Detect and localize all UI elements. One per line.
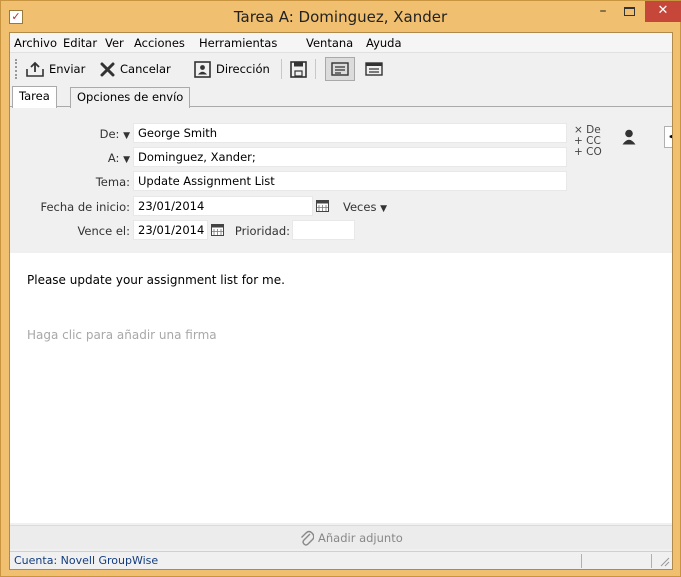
status-separator	[581, 554, 582, 568]
start-date-label: Fecha de inicio:	[40, 200, 130, 214]
due-calendar-button[interactable]	[211, 224, 224, 239]
chevron-down-icon: ▼	[123, 131, 130, 141]
start-date-field[interactable]: 23/01/2014	[133, 196, 313, 216]
window-content: Archivo Editar Ver Acciones Herramientas…	[9, 32, 673, 570]
to-field[interactable]: Dominguez, Xander;	[133, 147, 567, 167]
tab-opciones-envio[interactable]: Opciones de envío	[70, 87, 191, 108]
start-date-value: 23/01/2014	[138, 199, 205, 213]
menu-ayuda[interactable]: Ayuda	[366, 36, 402, 50]
address-button[interactable]: Dirección	[194, 58, 270, 80]
address-label: Dirección	[216, 62, 270, 76]
menu-acciones[interactable]: Acciones	[134, 36, 185, 50]
collapse-panel-button[interactable]: <	[664, 126, 672, 148]
menu-bar: Archivo Editar Ver Acciones Herramientas…	[10, 33, 672, 53]
maximize-icon	[624, 7, 635, 16]
attachment-bar: Añadir adjunto	[10, 525, 672, 549]
chevron-left-icon: <	[668, 129, 672, 145]
calendar-icon	[316, 200, 329, 212]
resize-grip-icon[interactable]	[660, 557, 670, 567]
cancel-label: Cancelar	[120, 62, 171, 76]
tab-tarea[interactable]: Tarea	[12, 86, 57, 108]
to-label-button[interactable]: A: ▼	[30, 151, 130, 165]
add-attachment-button[interactable]: Añadir adjunto	[300, 530, 403, 546]
send-button[interactable]: Enviar	[26, 58, 85, 80]
subject-field[interactable]: Update Assignment List	[133, 171, 567, 191]
paperclip-icon	[301, 530, 314, 546]
attach-label: Añadir adjunto	[318, 531, 403, 545]
tab-strip: Tarea Opciones de envío	[10, 85, 672, 108]
due-date-label: Vence el:	[77, 224, 130, 238]
status-separator	[651, 554, 652, 568]
subject-value: Update Assignment List	[138, 174, 275, 188]
cancel-x-icon	[100, 62, 115, 76]
toolbar-separator	[315, 59, 316, 79]
view-mode-toggle[interactable]	[365, 58, 383, 80]
due-date-value: 23/01/2014	[138, 223, 205, 237]
from-field[interactable]: George Smith	[133, 123, 567, 143]
subject-label: Tema:	[95, 175, 130, 189]
save-floppy-icon	[290, 60, 307, 78]
person-icon	[622, 129, 636, 145]
from-value: George Smith	[138, 126, 218, 140]
body-text[interactable]: Please update your assignment list for m…	[27, 273, 285, 287]
message-body[interactable]: Please update your assignment list for m…	[10, 253, 672, 523]
maximize-button[interactable]	[620, 4, 640, 22]
tab-tarea-label: Tarea	[19, 89, 50, 103]
task-header: De: ▼ George Smith A: ▼ Dominguez, Xande…	[10, 108, 672, 253]
save-button[interactable]	[290, 58, 307, 80]
tab-opciones-label: Opciones de envío	[77, 90, 184, 104]
toolbar-separator	[281, 59, 282, 79]
priority-label: Prioridad:	[234, 224, 290, 238]
menu-editar[interactable]: Editar	[63, 36, 97, 50]
title-bar: ✓ Tarea A: Dominguez, Xander – ✕	[1, 1, 681, 32]
send-label: Enviar	[49, 62, 86, 76]
cancel-button[interactable]: Cancelar	[100, 58, 171, 80]
to-label: A:	[107, 151, 120, 165]
from-label-button[interactable]: De: ▼	[30, 127, 130, 141]
start-calendar-button[interactable]	[316, 200, 329, 215]
list-view-icon	[331, 62, 349, 76]
due-date-field[interactable]: 23/01/2014	[133, 220, 208, 240]
times-label: Veces	[343, 200, 377, 214]
signature-placeholder[interactable]: Haga clic para añadir una firma	[27, 328, 217, 342]
status-bar: Cuenta: Novell GroupWise	[10, 551, 672, 569]
chevron-down-icon: ▼	[123, 155, 130, 165]
window-title: Tarea A: Dominguez, Xander	[233, 8, 448, 26]
from-label: De:	[99, 127, 120, 141]
address-options: × De + CC + CO	[574, 125, 602, 158]
chevron-down-icon: ▼	[380, 204, 388, 214]
times-dropdown[interactable]: Veces ▼	[343, 200, 387, 214]
priority-field[interactable]	[292, 220, 355, 240]
address-book-icon	[194, 60, 211, 78]
account-status: Cuenta: Novell GroupWise	[14, 554, 159, 567]
send-icon	[26, 61, 44, 77]
minimize-button[interactable]: –	[593, 4, 613, 22]
menu-ventana[interactable]: Ventana	[306, 36, 353, 50]
view-mode-toggle-active[interactable]	[325, 57, 355, 81]
contact-person-button[interactable]	[622, 129, 636, 148]
toolbar: Enviar Cancelar Dirección	[10, 53, 672, 84]
task-window: ✓ Tarea A: Dominguez, Xander – ✕ Archivo…	[0, 0, 681, 577]
close-button[interactable]: ✕	[645, 1, 681, 22]
to-value: Dominguez, Xander;	[138, 150, 256, 164]
calendar-icon	[211, 224, 224, 236]
text-view-icon	[365, 62, 383, 76]
menu-herramientas[interactable]: Herramientas	[199, 36, 277, 50]
menu-archivo[interactable]: Archivo	[14, 36, 57, 50]
add-co-link[interactable]: + CO	[574, 147, 602, 158]
menu-ver[interactable]: Ver	[105, 36, 124, 50]
toolbar-grip[interactable]	[15, 59, 18, 79]
